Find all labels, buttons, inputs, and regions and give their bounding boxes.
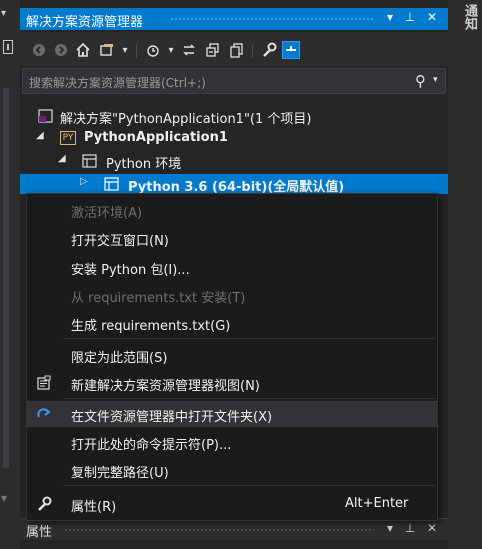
properties-icon[interactable] [260, 41, 278, 59]
wrench-icon [35, 495, 53, 513]
switch-views-dropdown-icon[interactable]: ▾ [116, 41, 134, 59]
switch-views-icon[interactable] [98, 41, 116, 59]
window-position-dropdown-icon[interactable]: ▾ [382, 10, 398, 24]
menu-separator [63, 398, 435, 399]
pin-icon[interactable] [3, 40, 13, 54]
pin-icon[interactable]: ⊥ [402, 10, 418, 24]
open-folder-icon [35, 405, 53, 423]
menu-item-install-from-requirements[interactable]: 从 requirements.txt 安装(T) [27, 282, 437, 308]
pin-icon[interactable]: ⊥ [402, 521, 418, 535]
search-options-dropdown-icon[interactable]: ▾ [433, 75, 438, 85]
menu-item-generate-requirements[interactable]: 生成 requirements.txt(G) [27, 310, 437, 336]
solution-label: 解决方案"PythonApplication1"(1 个项目) [60, 112, 312, 127]
menu-item-properties[interactable]: 属性(R) Alt+Enter [27, 491, 437, 517]
scroll-down-arrow-icon[interactable]: ▼ [1, 494, 7, 503]
menu-item-new-solution-explorer-view[interactable]: 新建解决方案资源管理器视图(N) [27, 370, 437, 396]
search-placeholder: 搜索解决方案资源管理器(Ctrl+;) [29, 76, 206, 90]
panel-title: 解决方案资源管理器 [26, 15, 144, 30]
title-grip [170, 17, 375, 22]
left-docked-strip: ▾ ▼ [0, 0, 20, 549]
pending-changes-filter-icon[interactable] [144, 41, 162, 59]
left-scrollbar[interactable] [3, 88, 9, 468]
menu-separator [63, 338, 435, 339]
search-input[interactable]: 搜索解决方案资源管理器(Ctrl+;) ⚲ ▾ [22, 68, 446, 94]
tree-item-solution[interactable]: 解决方案"PythonApplication1"(1 个项目) [20, 106, 448, 128]
environments-label: Python 环境 [106, 157, 182, 172]
title-grip [64, 528, 374, 533]
filter-dropdown-icon[interactable]: ▾ [162, 41, 180, 59]
close-icon[interactable]: ✕ [424, 10, 440, 24]
tree-item-project[interactable]: ◢ PY PythonApplication1 [20, 128, 448, 150]
properties-panel-title-bar[interactable]: 属性 ▾ ⊥ ✕ [20, 518, 448, 540]
new-view-icon [35, 374, 53, 392]
solution-icon [38, 109, 54, 123]
panel-title-bar[interactable]: 解决方案资源管理器 ▾ ⊥ ✕ [20, 8, 448, 30]
show-all-files-icon[interactable] [228, 41, 246, 59]
tree-item-python-environments[interactable]: ◢ Python 环境 [20, 151, 448, 173]
menu-item-open-command-prompt[interactable]: 打开此处的命令提示符(P)... [27, 429, 437, 455]
menu-item-install-python-package[interactable]: 安装 Python 包(I)... [27, 254, 437, 280]
environment-icon [104, 177, 120, 191]
project-label: PythonApplication1 [84, 130, 228, 145]
back-icon[interactable] [30, 41, 48, 59]
solution-explorer-toolbar: ▾ ▾ [20, 32, 448, 66]
collapse-all-icon[interactable] [204, 41, 222, 59]
notifications-side-tab[interactable]: 通知 [460, 4, 479, 30]
window-position-dropdown-icon[interactable]: ▾ [382, 521, 398, 535]
sync-icon[interactable] [180, 41, 198, 59]
menu-item-activate-environment[interactable]: 激活环境(A) [27, 197, 437, 223]
expanded-arrow-icon[interactable]: ◢ [36, 130, 44, 141]
python-project-icon: PY [60, 131, 76, 145]
menu-item-open-folder-in-file-explorer[interactable]: 在文件资源管理器中打开文件夹(X) [27, 401, 437, 427]
close-icon[interactable]: ✕ [424, 521, 440, 535]
search-icon[interactable]: ⚲ [415, 72, 426, 90]
expanded-arrow-icon[interactable]: ◢ [58, 153, 66, 164]
properties-shortcut: Alt+Enter [345, 496, 409, 511]
menu-separator [63, 485, 435, 486]
menu-item-open-interactive-window[interactable]: 打开交互窗口(N) [27, 225, 437, 251]
dropdown-arrow-icon[interactable]: ▾ [1, 8, 6, 19]
menu-item-copy-full-path[interactable]: 复制完整路径(U) [27, 457, 437, 483]
properties-panel-title: 属性 [26, 525, 53, 540]
context-menu: 激活环境(A) 打开交互窗口(N) 安装 Python 包(I)... 从 re… [26, 193, 438, 521]
right-docked-strip: 通知 [454, 0, 482, 549]
menu-item-scope-to-this[interactable]: 限定为此范围(S) [27, 342, 437, 368]
collapsed-arrow-icon[interactable]: ▷ [80, 176, 88, 187]
environments-folder-icon [82, 154, 98, 168]
home-icon[interactable] [74, 41, 92, 59]
preview-icon[interactable] [282, 41, 300, 59]
forward-icon[interactable] [52, 41, 70, 59]
